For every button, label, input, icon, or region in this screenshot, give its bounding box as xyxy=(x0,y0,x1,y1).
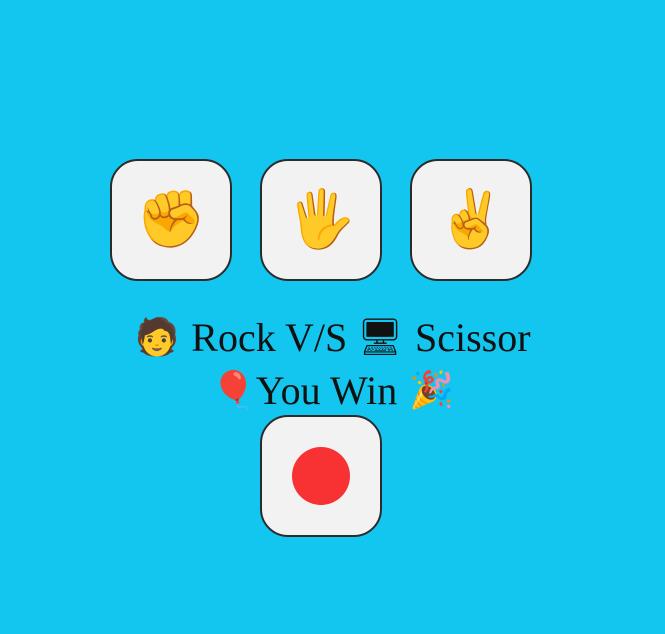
game-screen: ✊ 🖐 ✌ 🧑 Rock V/S 🖥 Scissor 🎈You Win 🎉 xyxy=(0,0,665,634)
rock-button[interactable]: ✊ xyxy=(110,159,232,281)
balloon-icon: 🎈 xyxy=(210,370,256,411)
scissor-victory-hand-icon: ✌ xyxy=(436,189,506,251)
outcome-line: 🎈You Win 🎉 xyxy=(0,371,665,411)
rock-fist-icon: ✊ xyxy=(136,189,206,251)
matchup-line: 🧑 Rock V/S 🖥 Scissor xyxy=(0,318,665,358)
paper-hand-icon: 🖐 xyxy=(286,189,356,251)
computer-icon: 🖥 xyxy=(357,317,403,358)
vs-label: V/S xyxy=(285,315,348,360)
player-person-icon: 🧑 xyxy=(134,317,180,358)
record-dot-icon xyxy=(292,447,350,505)
paper-button[interactable]: 🖐 xyxy=(260,159,382,281)
outcome-text: You Win xyxy=(255,368,398,413)
record-button[interactable] xyxy=(260,415,382,537)
computer-choice-text: Scissor xyxy=(414,315,531,360)
scissor-button[interactable]: ✌ xyxy=(410,159,532,281)
player-choice-text: Rock xyxy=(191,315,276,360)
party-popper-icon: 🎉 xyxy=(409,370,455,411)
